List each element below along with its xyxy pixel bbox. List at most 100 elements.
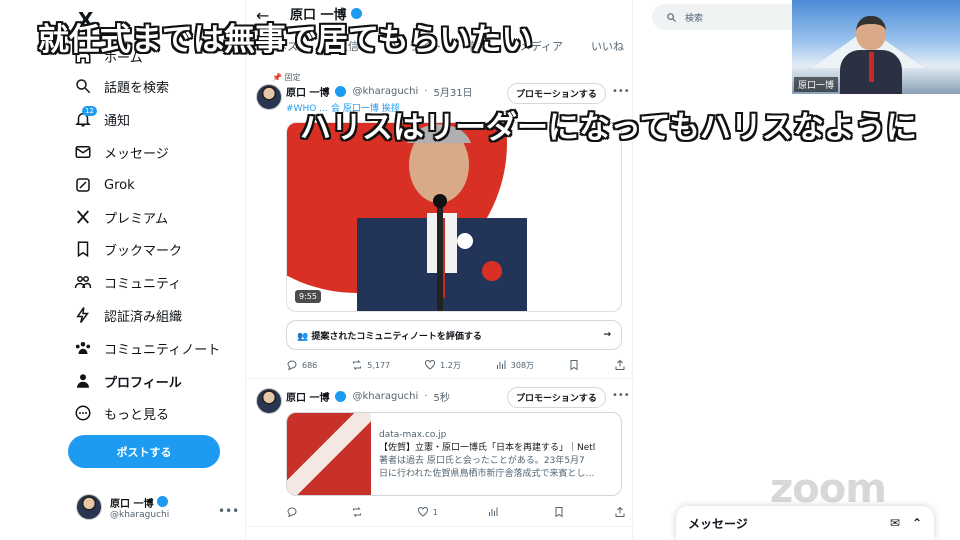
share-icon — [615, 359, 625, 370]
bookmark-button[interactable] — [553, 506, 565, 518]
tweet-date[interactable]: 5秒 — [433, 389, 449, 404]
avatar[interactable] — [256, 84, 282, 110]
grok-icon — [76, 178, 90, 192]
nav-label: プロフィール — [104, 375, 182, 391]
nav-premium[interactable]: プレミアム — [74, 203, 168, 231]
tweet-author-name[interactable]: 原口 一博 — [286, 84, 329, 99]
nav-label: ブックマーク — [104, 243, 183, 259]
tweet-divider — [246, 526, 634, 527]
repost-count: 5,177 — [367, 360, 391, 370]
tweet-divider — [246, 378, 634, 379]
community-note-label: 提案されたコミュニティノートを評価する — [311, 331, 482, 342]
bookmark-icon — [555, 507, 563, 518]
tweet-author-name[interactable]: 原口 一博 — [286, 389, 329, 404]
tweet-actions: 1 — [286, 506, 626, 518]
nav-more[interactable]: もっと見る — [74, 399, 169, 427]
community-notes-icon: 👥 — [297, 331, 309, 342]
tweet-header: 原口 一博 @kharaguchi · 5月31日 — [286, 84, 473, 99]
messages-drawer-label: メッセージ — [688, 516, 748, 531]
account-more-icon[interactable]: ••• — [218, 504, 239, 518]
views-button[interactable] — [487, 506, 503, 518]
account-switcher[interactable]: 原口 一博 @kharaguchi — [76, 494, 169, 520]
nav-bookmarks[interactable]: ブックマーク — [74, 235, 182, 263]
bookmark-icon — [77, 241, 89, 258]
messages-drawer[interactable]: メッセージ ✉ ⌃ — [676, 506, 934, 540]
reply-button[interactable]: 686 — [286, 359, 317, 371]
subtitle-line-1: 就任式までは無事で居てもらいたい — [38, 22, 533, 58]
tweet-more-icon[interactable]: ••• — [612, 86, 630, 97]
heart-icon — [417, 507, 428, 517]
nav-label: コミュニティ — [104, 276, 182, 292]
tweet-more-icon[interactable]: ••• — [612, 390, 630, 401]
nav-label: もっと見る — [104, 407, 170, 423]
nav-communities[interactable]: コミュニティ — [74, 268, 181, 296]
promote-button[interactable]: プロモーションする — [507, 83, 606, 104]
nav-label: Grok — [104, 177, 135, 193]
left-navigation: X ホーム 話題を検索 12 通知 メッセージ Grok プレミアム ブックマー… — [0, 0, 245, 540]
nav-verified-orgs[interactable]: 認証済み組織 — [74, 301, 182, 329]
verified-badge-icon — [156, 495, 168, 507]
reply-count: 686 — [302, 360, 318, 370]
nav-label: 通知 — [104, 113, 131, 129]
community-note-prompt[interactable]: 👥 提案されたコミュニティノートを評価する → — [286, 320, 622, 350]
profile-timeline: ← 原口 一博 ポスト 返信 ハイライト 記事 メディア いいね 📌 固定 原口… — [245, 0, 634, 540]
views-chart-icon — [496, 360, 506, 369]
screen: X ホーム 話題を検索 12 通知 メッセージ Grok プレミアム ブックマー… — [0, 0, 960, 540]
tweet-video[interactable]: 9:55 — [286, 122, 622, 312]
views-count: 308万 — [510, 360, 535, 370]
account-handle: @kharaguchi — [110, 509, 170, 520]
repost-icon — [353, 507, 362, 517]
community-icon — [74, 276, 92, 289]
tweet-author-handle: @kharaguchi — [352, 391, 419, 402]
tweet-author-handle: @kharaguchi — [352, 86, 419, 97]
link-description: 日に行われた佐賀県鳥栖市新庁舎落成式で来賓とし… — [379, 469, 595, 479]
arrow-right-icon: → — [603, 330, 611, 340]
share-button[interactable] — [614, 506, 626, 518]
tweet-actions: 686 5,177 1.2万 308万 — [286, 359, 626, 371]
post-button[interactable]: ポストする — [68, 435, 220, 468]
nav-label: 話題を検索 — [104, 80, 170, 96]
link-preview-text: data-max.co.jp 【佐賀】立憲・原口一博氏「日本を再建する」｜Net… — [371, 413, 603, 495]
pinned-label: 📌 固定 — [272, 73, 301, 82]
verified-badge-icon — [335, 391, 347, 402]
webcam-participant-name: 原口一博 — [794, 77, 839, 92]
share-button[interactable] — [614, 359, 626, 371]
nav-community-notes[interactable]: コミュニティノート — [74, 334, 220, 362]
search-icon — [667, 12, 677, 22]
new-message-icon[interactable]: ✉ — [890, 516, 900, 530]
lightning-icon — [76, 307, 89, 323]
nav-messages[interactable]: メッセージ — [74, 138, 169, 166]
mail-icon — [75, 146, 91, 158]
like-button[interactable]: 1.2万 — [424, 359, 461, 371]
search-icon — [76, 79, 91, 94]
nav-profile[interactable]: プロフィール — [74, 367, 182, 395]
link-preview-card[interactable]: data-max.co.jp 【佐賀】立憲・原口一博氏「日本を再建する」｜Net… — [286, 412, 622, 496]
video-duration: 9:55 — [295, 290, 321, 303]
speaker-figure — [840, 12, 902, 94]
verified-badge-icon — [335, 86, 347, 97]
reply-icon — [287, 360, 297, 371]
nav-label: コミュニティノート — [104, 342, 221, 358]
nav-explore[interactable]: 話題を検索 — [74, 72, 169, 100]
nav-notifications[interactable]: 12 通知 — [74, 105, 130, 133]
tweet-date[interactable]: 5月31日 — [433, 84, 472, 99]
repost-button[interactable]: 5,177 — [351, 359, 390, 371]
repost-button[interactable] — [351, 506, 367, 518]
views-button[interactable]: 308万 — [495, 359, 534, 371]
link-description: 著者は過去 原口氏と会ったことがある。23年5月7 — [379, 456, 585, 466]
x-logo-icon — [77, 210, 89, 224]
account-name: 原口 一博 — [110, 495, 169, 510]
link-title: 【佐賀】立憲・原口一博氏「日本を再建する」｜Netl — [379, 443, 596, 453]
bookmark-button[interactable] — [568, 359, 580, 371]
nav-label: プレミアム — [104, 211, 169, 227]
nav-grok[interactable]: Grok — [74, 171, 135, 199]
subtitle-line-2: ハリスはリーダーになってもハリスなように — [300, 110, 917, 146]
avatar[interactable] — [256, 388, 282, 414]
reply-button[interactable] — [286, 506, 302, 518]
expand-icon[interactable]: ⌃ — [912, 516, 922, 530]
like-button[interactable]: 1 — [417, 506, 438, 518]
tab-likes[interactable]: いいね — [591, 38, 624, 54]
views-chart-icon — [489, 507, 498, 516]
link-thumbnail — [287, 413, 371, 495]
promote-button[interactable]: プロモーションする — [507, 387, 606, 408]
